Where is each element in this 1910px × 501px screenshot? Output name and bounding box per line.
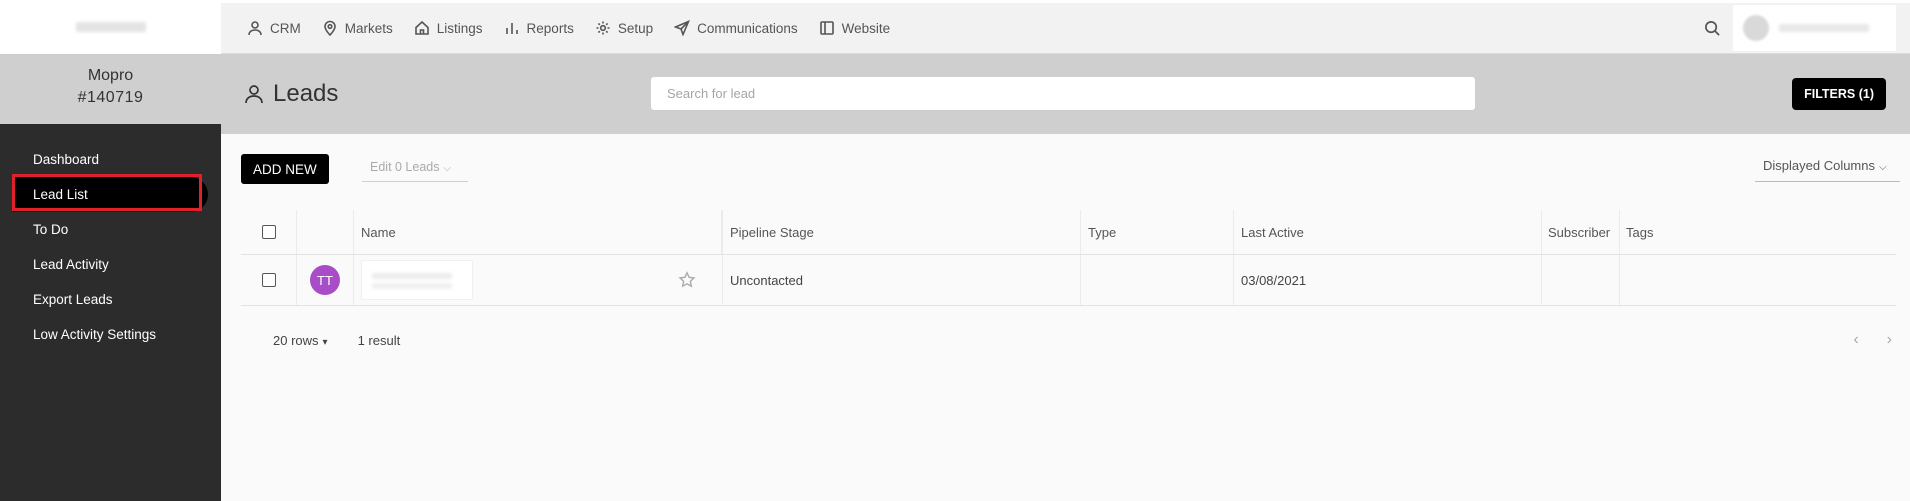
chevron-down-icon: ⌵: [1879, 162, 1887, 173]
user-icon: [248, 21, 262, 36]
row-check-cell: [241, 255, 297, 305]
sidebar-item-lead-activity[interactable]: Lead Activity: [0, 247, 221, 282]
logo-image: [75, 22, 146, 32]
home-icon: [414, 20, 429, 35]
account-name: Mopro: [87, 67, 134, 84]
avatar: [1743, 15, 1769, 41]
pagination: ‹ ›: [1825, 331, 1892, 349]
row-checkbox[interactable]: [261, 273, 276, 287]
brand-logo[interactable]: [0, 0, 221, 54]
nav-label: Listings: [436, 20, 483, 36]
table-toolbar: ADD NEW Edit 0 Leads ⌵ Displayed Columns ⌵: [221, 134, 1910, 194]
caret-down-icon: ▾: [322, 336, 328, 348]
row-type-cell: [1081, 255, 1234, 305]
column-divider: [721, 210, 722, 254]
star-icon[interactable]: [678, 271, 696, 289]
column-header-pipeline[interactable]: Pipeline Stage: [723, 210, 1081, 254]
column-header-subscriber[interactable]: Subscriber: [1542, 210, 1620, 254]
select-all-checkbox[interactable]: [261, 225, 276, 239]
result-count: 1 result: [357, 332, 401, 348]
table-header-row: Name Pipeline Stage Type Last Active Sub…: [241, 210, 1896, 255]
column-header-last-active[interactable]: Last Active: [1234, 210, 1542, 254]
gear-icon: [596, 21, 610, 35]
nav-setup[interactable]: Setup: [595, 20, 653, 36]
nav-listings[interactable]: Listings: [414, 20, 483, 36]
table-row[interactable]: TT Uncontacted 03/08/2021: [241, 255, 1896, 306]
column-header-type[interactable]: Type: [1081, 210, 1234, 254]
top-navbar: CRM Markets Listings Reports Setup Commu…: [221, 0, 1910, 54]
top-nav: CRM Markets Listings Reports Setup Commu…: [221, 20, 911, 36]
nav-label: Setup: [617, 20, 654, 36]
bar-chart-icon: [505, 23, 518, 34]
sidebar-item-to-do[interactable]: To Do: [0, 212, 221, 247]
user-menu[interactable]: [1733, 5, 1896, 51]
nav-label: Reports: [526, 20, 574, 36]
chevron-down-icon: ⌵: [443, 163, 452, 174]
nav-website[interactable]: Website: [819, 20, 891, 36]
row-last-active-cell: 03/08/2021: [1234, 255, 1542, 305]
page-title: Leads: [243, 80, 338, 108]
sidebar-nav: Dashboard Lead List To Do Lead Activity …: [0, 124, 221, 352]
displayed-columns-label: Displayed Columns: [1763, 158, 1875, 173]
map-pin-icon: [323, 20, 336, 36]
filters-button[interactable]: FILTERS (1): [1792, 78, 1886, 110]
next-page-button[interactable]: ›: [1887, 331, 1892, 349]
sidebar-item-lead-list[interactable]: Lead List: [13, 177, 208, 212]
user-name: [1779, 24, 1869, 32]
header-avatar-cell: [297, 210, 354, 254]
sidebar: Mopro #140719 Dashboard Lead List To Do …: [0, 0, 221, 501]
displayed-columns-dropdown[interactable]: Displayed Columns ⌵: [1755, 154, 1900, 182]
column-header-name-label: Name: [361, 224, 396, 240]
sidebar-item-export-leads[interactable]: Export Leads: [0, 282, 221, 317]
edit-leads-dropdown[interactable]: Edit 0 Leads ⌵: [362, 156, 468, 182]
row-pipeline-cell: Uncontacted: [723, 255, 1081, 305]
header-check-cell: [241, 210, 297, 254]
sidebar-item-low-activity-settings[interactable]: Low Activity Settings: [0, 317, 221, 352]
account-id: #140719: [77, 89, 144, 106]
sidebar-item-dashboard[interactable]: Dashboard: [0, 142, 221, 177]
nav-label: CRM: [270, 20, 301, 36]
rows-per-page-select[interactable]: 20 rows ▾: [273, 333, 328, 348]
avatar: TT: [310, 265, 340, 295]
account-info: Mopro #140719: [0, 54, 221, 124]
topbar-right: [1704, 5, 1910, 51]
edit-leads-label: Edit 0 Leads: [370, 160, 440, 174]
column-header-name[interactable]: Name: [354, 210, 723, 254]
add-new-button[interactable]: ADD NEW: [241, 154, 329, 184]
search-icon[interactable]: [1704, 20, 1721, 37]
row-name-cell[interactable]: [354, 255, 723, 305]
row-subscriber-cell: [1542, 255, 1620, 305]
column-header-tags[interactable]: Tags: [1620, 210, 1896, 254]
table-footer: 20 rows ▾ 1 result ‹ ›: [241, 328, 1896, 352]
nav-label: Website: [841, 20, 891, 36]
page-header: Leads FILTERS (1): [221, 54, 1910, 134]
user-icon: [245, 85, 263, 104]
nav-crm[interactable]: CRM: [247, 20, 301, 36]
nav-markets[interactable]: Markets: [322, 20, 393, 36]
row-avatar-cell: TT: [297, 255, 354, 305]
send-icon: [674, 20, 691, 36]
lead-name[interactable]: [361, 260, 473, 300]
row-tags-cell: [1620, 255, 1896, 305]
prev-page-button[interactable]: ‹: [1853, 331, 1858, 349]
search-input[interactable]: [651, 77, 1475, 110]
nav-communications[interactable]: Communications: [674, 20, 798, 36]
nav-reports[interactable]: Reports: [504, 20, 574, 36]
nav-label: Markets: [344, 20, 393, 36]
window-icon: [819, 21, 834, 35]
leads-table: Name Pipeline Stage Type Last Active Sub…: [241, 210, 1896, 306]
rows-per-page-label: 20 rows: [273, 332, 319, 348]
page-title-text: Leads: [273, 80, 339, 107]
nav-label: Communications: [697, 20, 798, 36]
